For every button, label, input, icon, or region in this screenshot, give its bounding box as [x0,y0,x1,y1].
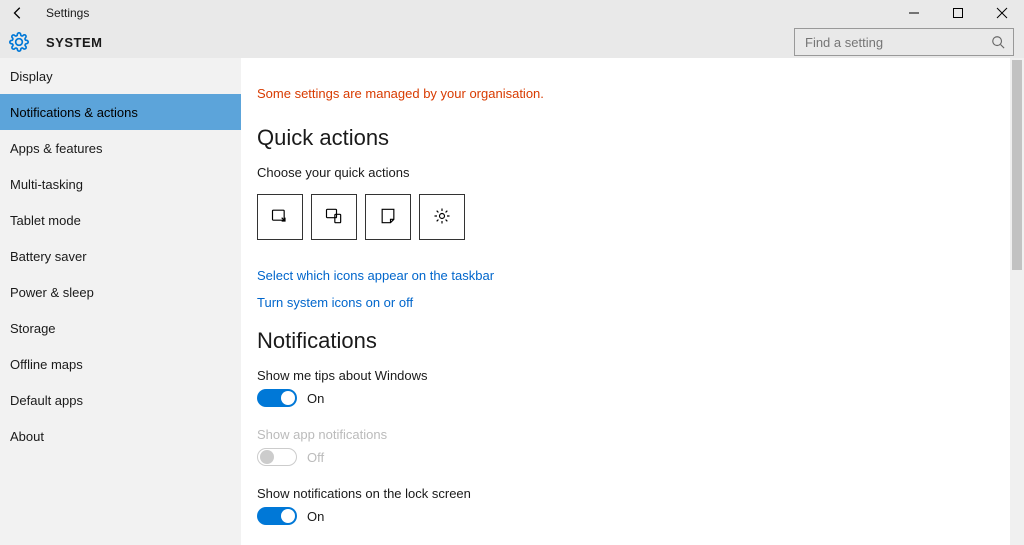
window-title: Settings [46,6,89,20]
link-system-icons[interactable]: Turn system icons on or off [257,295,994,310]
setting-label: Show notifications on the lock screen [257,486,994,501]
setting-label: Show app notifications [257,427,994,442]
quick-actions-subtitle: Choose your quick actions [257,165,994,180]
tablet-mode-icon [270,206,290,229]
sidebar-item-about[interactable]: About [0,418,241,454]
page-header: SYSTEM [0,26,1024,58]
toggle-state: On [307,391,324,406]
sidebar-item-label: Storage [10,321,56,336]
sidebar: Display Notifications & actions Apps & f… [0,58,241,545]
sidebar-item-label: Tablet mode [10,213,81,228]
sidebar-item-apps-features[interactable]: Apps & features [0,130,241,166]
back-button[interactable] [8,3,28,23]
quick-action-tile-connect[interactable] [311,194,357,240]
sidebar-item-label: Display [10,69,53,84]
quick-action-tiles [257,194,994,240]
toggle-show-app-notifications [257,448,297,466]
all-settings-icon [432,206,452,229]
sidebar-item-label: Multi-tasking [10,177,83,192]
titlebar: Settings [0,0,1024,26]
maximize-button[interactable] [936,0,980,26]
toggle-state: Off [307,450,324,465]
setting-show-app-notifications: Show app notifications Off [257,427,994,466]
search-icon [991,35,1005,49]
note-icon [378,206,398,229]
sidebar-item-storage[interactable]: Storage [0,310,241,346]
quick-action-tile-all-settings[interactable] [419,194,465,240]
sidebar-item-label: Notifications & actions [10,105,138,120]
sidebar-item-label: Battery saver [10,249,87,264]
quick-action-tile-note[interactable] [365,194,411,240]
sidebar-item-multitasking[interactable]: Multi-tasking [0,166,241,202]
gear-icon [8,31,30,53]
managed-by-org-notice: Some settings are managed by your organi… [257,86,994,101]
scrollbar-thumb[interactable] [1012,60,1022,270]
sidebar-item-tablet-mode[interactable]: Tablet mode [0,202,241,238]
sidebar-item-label: Power & sleep [10,285,94,300]
sidebar-item-label: About [10,429,44,444]
toggle-state: On [307,509,324,524]
connect-icon [324,206,344,229]
setting-show-lock-screen-notifications: Show notifications on the lock screen On [257,486,994,525]
setting-show-tips: Show me tips about Windows On [257,368,994,407]
toggle-show-tips[interactable] [257,389,297,407]
link-select-taskbar-icons[interactable]: Select which icons appear on the taskbar [257,268,994,283]
sidebar-item-battery-saver[interactable]: Battery saver [0,238,241,274]
toggle-show-lock-screen-notifications[interactable] [257,507,297,525]
sidebar-item-offline-maps[interactable]: Offline maps [0,346,241,382]
page-title: SYSTEM [46,35,102,50]
quick-action-tile-tablet-mode[interactable] [257,194,303,240]
search-input[interactable] [803,34,991,51]
quick-actions-heading: Quick actions [257,125,994,151]
setting-label: Show me tips about Windows [257,368,994,383]
sidebar-item-default-apps[interactable]: Default apps [0,382,241,418]
sidebar-item-label: Default apps [10,393,83,408]
sidebar-item-display[interactable]: Display [0,58,241,94]
sidebar-item-power-sleep[interactable]: Power & sleep [0,274,241,310]
sidebar-item-notifications-actions[interactable]: Notifications & actions [0,94,241,130]
scrollbar[interactable] [1010,58,1024,545]
minimize-button[interactable] [892,0,936,26]
close-button[interactable] [980,0,1024,26]
notifications-heading: Notifications [257,328,994,354]
search-box[interactable] [794,28,1014,56]
sidebar-item-label: Apps & features [10,141,103,156]
sidebar-item-label: Offline maps [10,357,83,372]
content-area: Some settings are managed by your organi… [241,58,1010,545]
